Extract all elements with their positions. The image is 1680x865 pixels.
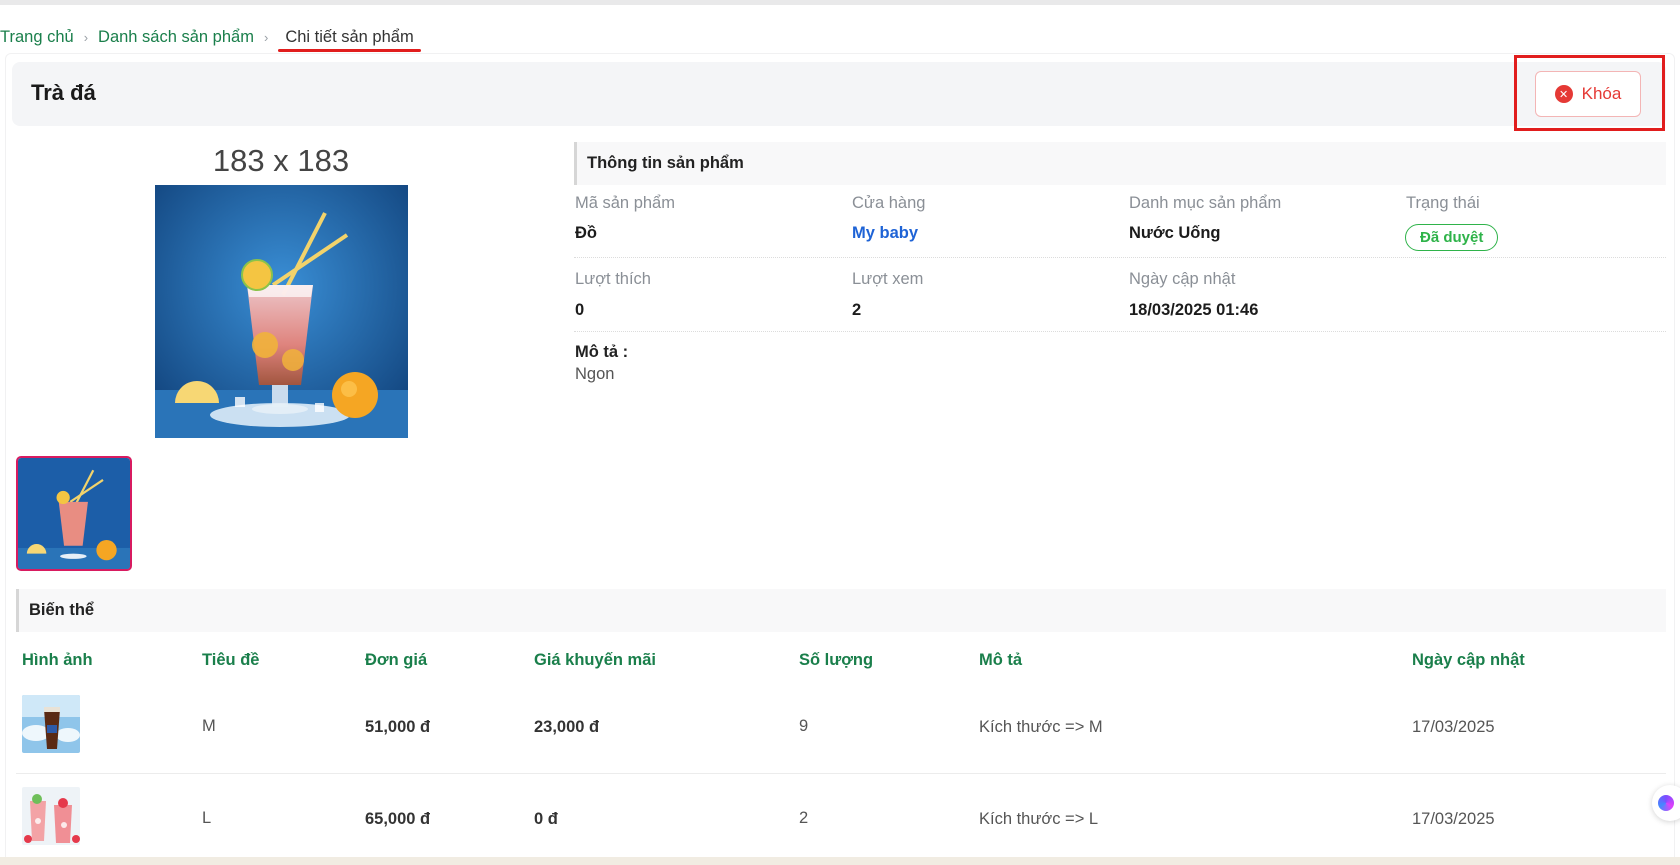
chevron-right-icon: › [83,29,89,45]
likes-label: Lượt thích [575,270,651,288]
x-circle-icon: ✕ [1554,85,1573,103]
variant-updated: 17/03/2025 [1412,810,1495,828]
variant-image[interactable] [22,695,80,753]
variant-price: 65,000 đ [365,810,431,828]
variant-title: L [202,809,212,827]
status-badge: Đã duyệt [1405,224,1499,251]
variant-description: Kích thước => M [979,718,1103,736]
variant-updated: 17/03/2025 [1412,718,1495,736]
store-label: Cửa hàng [852,194,926,212]
product-code-label: Mã sản phẩm [575,194,675,212]
variant-image[interactable] [22,787,80,845]
variant-quantity: 2 [799,809,809,827]
views-value: 2 [852,301,862,319]
product-code-value: Đồ [575,224,597,242]
category-value: Nước Uống [1129,224,1221,242]
category-label: Danh mục sản phẩm [1129,194,1282,212]
product-info-title: Thông tin sản phẩm [587,154,744,172]
lock-button-label: Khóa [1581,84,1622,103]
variants-header: Biến thể [16,589,1666,632]
divider [574,331,1666,332]
image-size-label: 183 x 183 [212,143,350,178]
status-label: Trạng thái [1406,194,1480,212]
chevron-right-icon: › [263,29,269,45]
assistant-icon [1658,795,1674,811]
variant-sale-price: 0 đ [534,810,558,828]
column-header-updated: Ngày cập nhật [1412,651,1525,669]
product-info-header: Thông tin sản phẩm [574,142,1666,185]
updated-value: 18/03/2025 01:46 [1129,301,1259,319]
bottom-strip [0,857,1680,865]
breadcrumb-home-link[interactable]: Trang chủ [0,28,74,47]
description-value: Ngon [575,365,615,383]
floating-assistant-button[interactable] [1652,785,1680,821]
variant-description: Kích thước => L [979,810,1099,828]
column-header-sale-price: Giá khuyến mãi [534,651,656,669]
column-header-image: Hình ảnh [22,651,93,669]
column-header-title: Tiêu đề [202,651,260,669]
column-header-quantity: Số lượng [799,651,874,669]
description-label: Mô tả : [575,343,629,361]
variant-title: M [202,717,216,735]
store-link[interactable]: My baby [852,224,918,243]
likes-value: 0 [575,301,585,319]
table-row-divider [16,773,1666,774]
column-header-price: Đơn giá [365,651,428,669]
page-title: Trà đá [31,80,96,105]
lock-button[interactable]: ✕ Khóa [1535,71,1641,117]
variant-price: 51,000 đ [365,718,431,736]
divider [574,257,1666,258]
page-header: Trà đá [12,62,1666,126]
product-thumbnail[interactable] [16,456,132,571]
column-header-description: Mô tả [979,651,1023,669]
variants-title: Biến thể [29,601,95,619]
updated-label: Ngày cập nhật [1129,270,1236,288]
views-label: Lượt xem [852,270,924,288]
breadcrumb-product-list-link[interactable]: Danh sách sản phẩm [98,28,254,47]
top-strip [0,0,1680,5]
product-main-image [155,185,408,438]
variant-quantity: 9 [799,717,809,735]
breadcrumb-current: Chi tiết sản phẩm [278,28,422,52]
breadcrumb: Trang chủ › Danh sách sản phẩm › Chi tiế… [0,26,422,52]
variant-sale-price: 23,000 đ [534,718,600,736]
